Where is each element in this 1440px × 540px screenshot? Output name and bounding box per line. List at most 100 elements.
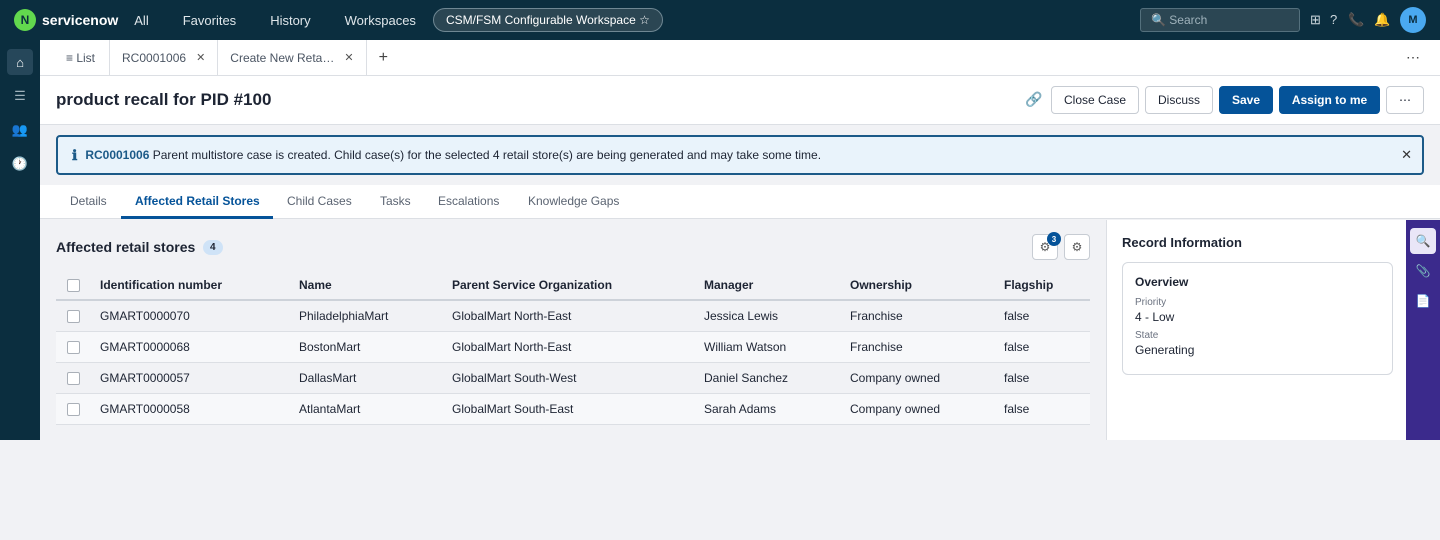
manager-link[interactable]: Daniel Sanchez [704,362,850,394]
list-icon[interactable]: ☰ [7,83,33,109]
state-label: State [1135,330,1159,341]
row-checkbox[interactable] [67,402,80,416]
info-banner: ℹ RC0001006 Parent multistore case is cr… [56,135,1424,175]
state-value: Generating [1135,343,1195,357]
org-link[interactable]: GlobalMart South-East [452,393,704,425]
manager-link[interactable]: Sarah Adams [704,393,850,425]
org-link[interactable]: GlobalMart South-West [452,362,704,394]
store-name: AtlantaMart [299,393,452,425]
nav-all[interactable]: All [134,13,148,28]
tab-escalations[interactable]: Escalations [438,194,499,208]
help-icon[interactable]: ? [1330,12,1337,27]
column-header[interactable]: Flagship [1004,270,1090,301]
column-header[interactable]: Ownership [850,270,1004,301]
tab-details[interactable]: Details [70,194,107,208]
overview-card: Overview Priority 4 - Low State Generati… [1122,262,1393,375]
global-search-input[interactable]: 🔍 Search [1140,8,1300,32]
active-tab-indicator [121,216,273,219]
paperclip-icon[interactable]: 📎 [1410,258,1436,284]
nav-history[interactable]: History [270,13,310,28]
close-icon[interactable]: ✕ [344,51,353,64]
contextual-side-rail: 🔍 📎 📄 [1406,220,1440,440]
users-icon[interactable]: 👥 [7,117,33,143]
clock-icon[interactable]: 🕐 [7,151,33,177]
tab-list[interactable]: ≡ List [40,40,111,75]
manager-link[interactable]: Jessica Lewis [704,300,850,332]
close-case-button[interactable]: Close Case [1051,86,1139,114]
checkbox-cell [56,362,100,394]
priority-label: Priority [1135,297,1167,308]
document-icon[interactable]: 📄 [1410,288,1436,314]
discuss-button[interactable]: Discuss [1145,86,1213,114]
tab-affected-retail-stores[interactable]: Affected Retail Stores [135,194,260,208]
org-link[interactable]: GlobalMart North-East [452,331,704,363]
affected-stores-section: Affected retail stores 4 ⚙ 3 ⚙ Identific… [40,220,1106,440]
column-header[interactable]: Name [299,270,452,301]
tab-rc0001006[interactable]: RC0001006 ✕ [110,40,219,75]
select-all-checkbox[interactable] [67,278,80,292]
tab-tasks[interactable]: Tasks [380,194,411,208]
column-header[interactable]: Parent Service Organization [452,270,704,301]
priority-value: 4 - Low [1135,310,1175,324]
stores-table: Identification number Name Parent Servic… [56,270,1090,425]
top-navigation-bar: N servicenow All Favorites History Works… [0,0,1440,40]
tab-label: RC0001006 [122,50,187,65]
brand-name[interactable]: servicenow [42,12,118,28]
more-actions-button[interactable]: ⋯ [1386,86,1424,114]
home-icon[interactable]: ⌂ [7,49,33,75]
org-link[interactable]: GlobalMart North-East [452,300,704,332]
checkbox-cell [56,393,100,425]
store-id-link[interactable]: GMART0000058 [100,393,299,425]
table-row: GMART0000068 BostonMart GlobalMart North… [56,331,1090,363]
banner-case-link[interactable]: RC0001006 [85,148,149,162]
save-button[interactable]: Save [1219,86,1273,114]
table-header-row: Identification number Name Parent Servic… [56,270,1090,301]
add-tab-button[interactable]: + [367,40,400,75]
ownership: Company owned [850,362,1004,394]
close-icon[interactable]: ✕ [1401,147,1412,163]
user-avatar[interactable]: M [1400,7,1426,33]
column-header[interactable]: Identification number [100,270,299,301]
tab-more-button[interactable]: ⋯ [1406,49,1420,66]
phone-icon[interactable]: 📞 [1348,12,1364,28]
servicenow-logo-icon[interactable]: N [14,9,36,31]
manager-link[interactable]: William Watson [704,331,850,363]
record-header: product recall for PID #100 🔗 Close Case… [40,76,1440,125]
store-id-link[interactable]: GMART0000057 [100,362,299,394]
checkbox-cell [56,331,100,363]
link-icon[interactable]: 🔗 [1025,91,1042,108]
settings-button[interactable]: ⚙ [1064,234,1090,260]
count-badge: 4 [203,240,223,255]
page-title: product recall for PID #100 [56,90,272,109]
flagship: false [1004,331,1090,363]
filter-count-badge: 3 [1047,232,1061,246]
record-information-panel: Record Information Overview Priority 4 -… [1106,220,1406,440]
info-icon: ℹ [72,146,78,163]
table-row: GMART0000070 PhiladelphiaMart GlobalMart… [56,300,1090,332]
row-checkbox[interactable] [67,371,80,385]
workspace-pill[interactable]: CSM/FSM Configurable Workspace ☆ [432,8,663,32]
side-navigation: ⌂ ☰ 👥 🕐 [0,40,40,440]
section-title: Affected retail stores [56,239,196,255]
store-id-link[interactable]: GMART0000070 [100,300,299,332]
store-id-link[interactable]: GMART0000068 [100,331,299,363]
tab-knowledge-gaps[interactable]: Knowledge Gaps [528,194,619,208]
row-checkbox[interactable] [67,309,80,323]
tab-label: Create New Reta… [230,50,335,65]
search-icon[interactable]: 🔍 [1410,228,1436,254]
flagship: false [1004,300,1090,332]
ownership: Company owned [850,393,1004,425]
grid-icon[interactable]: ⊞ [1310,12,1321,28]
column-header[interactable]: Manager [704,270,850,301]
store-name: PhiladelphiaMart [299,300,452,332]
nav-favorites[interactable]: Favorites [183,13,236,28]
row-checkbox[interactable] [67,340,80,354]
tab-create-new-retail[interactable]: Create New Reta… ✕ [218,40,367,75]
tab-child-cases[interactable]: Child Cases [287,194,352,208]
store-name: DallasMart [299,362,452,394]
nav-workspaces[interactable]: Workspaces [345,13,416,28]
assign-to-me-button[interactable]: Assign to me [1279,86,1380,114]
bell-icon[interactable]: 🔔 [1374,12,1390,28]
main-workspace: ≡ List RC0001006 ✕ Create New Reta… ✕ + … [40,40,1440,440]
close-icon[interactable]: ✕ [196,51,205,64]
